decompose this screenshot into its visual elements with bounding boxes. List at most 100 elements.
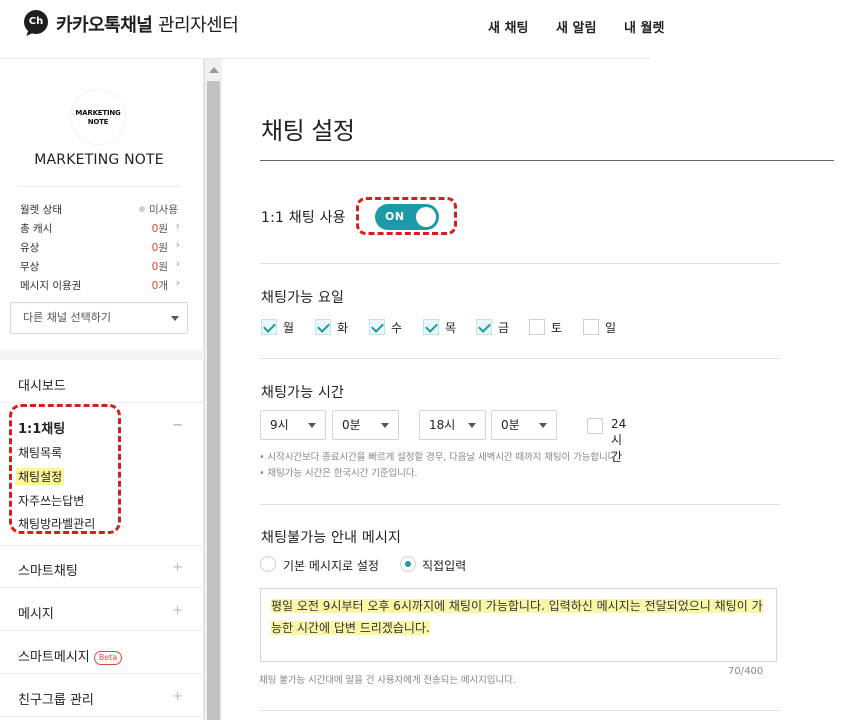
stat-message-voucher[interactable]: 메시지 이용권 0개 › xyxy=(20,276,180,294)
stat-label: 유상 xyxy=(20,242,40,254)
radio-direct-label[interactable]: 직접입력 xyxy=(422,557,466,574)
day-label: 일 xyxy=(605,321,617,335)
scroll-up-arrow-icon[interactable] xyxy=(209,67,219,73)
caret-down-icon xyxy=(539,423,547,428)
section-divider xyxy=(260,504,780,505)
scrollbar-thumb[interactable] xyxy=(207,81,220,720)
stat-label: 총 캐시 xyxy=(20,223,53,235)
day-label: 수 xyxy=(391,321,403,335)
profile-divider xyxy=(18,186,180,187)
top-header: Ch 카카오톡채널 관리자센터 새 채팅 새 알림 내 월렛 xyxy=(0,0,847,58)
caret-down-icon xyxy=(308,423,316,428)
menu-smart-chat[interactable]: 스마트채팅 + xyxy=(18,560,188,579)
menu-divider xyxy=(0,716,204,717)
caret-down-icon xyxy=(381,423,389,428)
checkbox-unchecked-icon[interactable] xyxy=(583,319,599,335)
chevron-right-icon: › xyxy=(175,219,180,232)
stat-value: 0원 xyxy=(151,223,168,235)
menu-friend-group[interactable]: 친구그룹 관리 + xyxy=(18,689,188,708)
stat-value: 0원 xyxy=(151,261,168,273)
page-title: 채팅 설정 xyxy=(261,117,355,145)
nav-new-chat[interactable]: 새 채팅 xyxy=(488,17,528,36)
stat-value: 미사용 xyxy=(139,202,178,217)
checkbox-checked-icon[interactable] xyxy=(369,319,385,335)
expand-icon[interactable]: + xyxy=(172,689,183,704)
channel-profile-image[interactable]: MARKETING NOTE xyxy=(70,89,126,145)
brand-subtitle: 관리자센터 xyxy=(158,15,239,36)
status-dot-icon xyxy=(139,206,146,212)
checkbox-unchecked-icon[interactable] xyxy=(587,418,603,434)
message-hint: 채팅 불가능 시간대에 말을 건 사용자에게 전송되는 메시지입니다. xyxy=(259,675,516,686)
channel-select[interactable]: 다른 채널 선택하기 xyxy=(10,302,188,334)
day-label: 금 xyxy=(498,321,510,335)
highlight-annotation-chat-menu xyxy=(9,404,121,534)
message-text: 평일 오전 9시부터 오후 6시까지에 채팅이 가능합니다. 입력하신 메시지는… xyxy=(271,599,763,635)
menu-dashboard[interactable]: 대시보드 xyxy=(18,375,188,394)
expand-icon[interactable]: + xyxy=(172,603,183,618)
day-label: 목 xyxy=(445,321,457,335)
day-label: 토 xyxy=(551,321,563,335)
section-divider xyxy=(260,358,780,359)
sidebar-scrollbar[interactable] xyxy=(204,59,222,720)
expand-icon[interactable]: + xyxy=(172,560,183,575)
chevron-right-icon: › xyxy=(175,276,180,289)
radio-default-label[interactable]: 기본 메시지로 설정 xyxy=(283,557,379,574)
stat-value: 0개 xyxy=(151,280,168,292)
character-counter: 70/400 xyxy=(728,666,764,677)
menu-smart-message[interactable]: 스마트메시지 Beta xyxy=(18,646,188,665)
menu-divider xyxy=(0,402,204,403)
radio-direct-input[interactable] xyxy=(400,556,416,572)
start-minute-value: 0분 xyxy=(342,418,361,432)
profile-logo-line2: NOTE xyxy=(87,118,109,126)
nav-my-wallet[interactable]: 내 월렛 xyxy=(624,17,664,36)
menu-smart-chat-label: 스마트채팅 xyxy=(18,564,78,579)
sidebar: MARKETING NOTE MARKETING NOTE 월렛 상태 미사용 … xyxy=(0,59,204,720)
caret-down-icon xyxy=(468,423,476,428)
stat-free[interactable]: 무상 0원 › xyxy=(20,257,180,275)
menu-separator xyxy=(0,350,204,360)
chevron-right-icon: › xyxy=(175,257,180,270)
radio-default-message[interactable] xyxy=(260,556,276,572)
menu-message-label: 메시지 xyxy=(18,607,54,622)
chevron-right-icon: › xyxy=(175,238,180,251)
channel-name: MARKETING NOTE xyxy=(34,152,164,168)
brand-title[interactable]: 카카오톡채널 xyxy=(56,11,153,37)
unavailable-message-textarea[interactable]: 평일 오전 9시부터 오후 6시까지에 채팅이 가능합니다. 입력하신 메시지는… xyxy=(260,588,777,662)
checkbox-checked-icon[interactable] xyxy=(423,319,439,335)
start-minute-select[interactable]: 0분 xyxy=(332,410,399,440)
time-note-2: • 채팅가능 시간은 한국시간 기준입니다. xyxy=(259,468,418,479)
day-label: 화 xyxy=(337,321,349,335)
end-minute-select[interactable]: 0분 xyxy=(491,410,557,440)
menu-divider xyxy=(0,587,204,588)
available-days-label: 채팅가능 요일 xyxy=(261,290,345,306)
checkbox-checked-icon[interactable] xyxy=(315,319,331,335)
beta-badge: Beta xyxy=(93,651,123,665)
profile-logo-line1: MARKETING xyxy=(75,109,121,117)
collapse-icon[interactable]: − xyxy=(172,418,183,433)
menu-divider xyxy=(0,630,204,631)
nav-new-notification[interactable]: 새 알림 xyxy=(556,17,596,36)
available-time-label: 채팅가능 시간 xyxy=(261,385,345,401)
section-divider xyxy=(260,263,780,264)
chat-use-label: 1:1 채팅 사용 xyxy=(261,210,346,226)
stat-label: 무상 xyxy=(20,261,40,273)
stat-label: 메시지 이용권 xyxy=(20,280,82,292)
menu-message[interactable]: 메시지 + xyxy=(18,603,188,622)
kakao-channel-logo-icon[interactable]: Ch xyxy=(24,10,48,34)
day-label: 월 xyxy=(283,321,295,335)
end-hour-value: 18시 xyxy=(429,418,456,432)
caret-down-icon xyxy=(171,316,179,321)
stat-wallet-status: 월렛 상태 미사용 xyxy=(20,202,180,218)
highlight-annotation-toggle xyxy=(356,197,457,235)
end-hour-select[interactable]: 18시 xyxy=(419,410,486,440)
menu-divider xyxy=(0,673,204,674)
title-divider xyxy=(260,160,834,161)
checkbox-unchecked-icon[interactable] xyxy=(529,319,545,335)
start-hour-select[interactable]: 9시 xyxy=(260,410,326,440)
checkbox-checked-icon[interactable] xyxy=(261,319,277,335)
stat-total-cash[interactable]: 총 캐시 0원 › xyxy=(20,219,180,237)
stat-paid[interactable]: 유상 0원 › xyxy=(20,238,180,256)
menu-friend-group-label: 친구그룹 관리 xyxy=(18,693,94,708)
checkbox-checked-icon[interactable] xyxy=(476,319,492,335)
unavailable-message-label: 채팅불가능 안내 메시지 xyxy=(261,530,402,546)
